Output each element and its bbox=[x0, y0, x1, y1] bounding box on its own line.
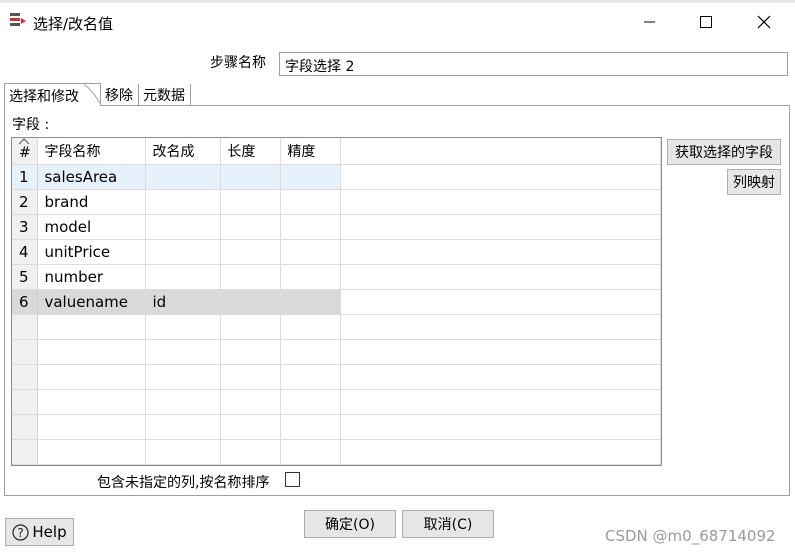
table-row[interactable]: 6 valuename id bbox=[12, 289, 661, 315]
row-number: 1 bbox=[12, 164, 39, 190]
tab-select-and-alter-label: 选择和修改 bbox=[9, 89, 79, 105]
column-header-rename-to[interactable]: 改名成 bbox=[145, 138, 222, 165]
tab-metadata[interactable]: 元数据 bbox=[139, 83, 189, 105]
ok-button[interactable]: 确定(O) bbox=[304, 510, 396, 538]
table-row[interactable]: 1 salesArea bbox=[12, 164, 661, 190]
column-mapping-button[interactable]: 列映射 bbox=[727, 169, 781, 195]
precision-cell[interactable] bbox=[280, 164, 342, 190]
select-values-icon bbox=[10, 13, 26, 26]
rename-cell[interactable]: id bbox=[145, 289, 222, 315]
include-unspecified-checkbox[interactable] bbox=[285, 472, 300, 487]
field-name-cell[interactable]: model bbox=[37, 214, 147, 240]
field-name-cell[interactable]: salesArea bbox=[37, 164, 147, 190]
minimize-button[interactable] bbox=[627, 6, 673, 38]
length-cell[interactable] bbox=[220, 239, 282, 265]
row-number: 5 bbox=[12, 264, 39, 290]
empty-row bbox=[12, 339, 661, 365]
tab-divider bbox=[190, 84, 191, 105]
tab-remove[interactable]: 移除 bbox=[101, 83, 137, 105]
table-row[interactable]: 3 model bbox=[12, 214, 661, 240]
table-header-row: # 字段名称 改名成 长度 精度 bbox=[12, 138, 661, 165]
filler-cell bbox=[340, 189, 661, 215]
precision-cell[interactable] bbox=[280, 214, 342, 240]
help-label: Help bbox=[32, 523, 67, 541]
help-icon: ? bbox=[12, 523, 29, 541]
column-header-length[interactable]: 长度 bbox=[220, 138, 282, 165]
tab-metadata-label: 元数据 bbox=[143, 88, 185, 104]
fields-table[interactable]: # 字段名称 改名成 长度 精度 1 salesArea 2 brand 3 m bbox=[11, 137, 662, 466]
length-cell[interactable] bbox=[220, 264, 282, 290]
step-name-label: 步骤名称 bbox=[210, 55, 266, 71]
precision-cell[interactable] bbox=[280, 239, 342, 265]
step-name-input[interactable]: 字段选择 2 bbox=[279, 52, 788, 76]
row-number: 2 bbox=[12, 189, 39, 215]
length-cell[interactable] bbox=[220, 189, 282, 215]
table-row[interactable]: 4 unitPrice bbox=[12, 239, 661, 265]
rename-cell[interactable] bbox=[145, 264, 222, 290]
empty-row bbox=[12, 464, 661, 465]
column-header-field-name[interactable]: 字段名称 bbox=[37, 138, 147, 165]
row-number: 6 bbox=[12, 289, 39, 315]
field-name-cell[interactable]: unitPrice bbox=[37, 239, 147, 265]
filler-cell bbox=[340, 214, 661, 240]
title-bar bbox=[0, 3, 795, 43]
length-cell[interactable] bbox=[220, 214, 282, 240]
precision-cell[interactable] bbox=[280, 289, 342, 315]
precision-cell[interactable] bbox=[280, 264, 342, 290]
watermark: CSDN @m0_68714092 bbox=[605, 527, 776, 545]
help-button[interactable]: ? Help bbox=[5, 518, 74, 546]
filler-cell bbox=[340, 264, 661, 290]
row-number: 3 bbox=[12, 214, 39, 240]
svg-text:?: ? bbox=[18, 525, 24, 539]
precision-cell[interactable] bbox=[280, 189, 342, 215]
field-name-cell[interactable]: valuename bbox=[37, 289, 147, 315]
field-name-cell[interactable]: brand bbox=[37, 189, 147, 215]
field-name-cell[interactable]: number bbox=[37, 264, 147, 290]
empty-row bbox=[12, 414, 661, 440]
rename-cell[interactable] bbox=[145, 239, 222, 265]
tab-corner-decoration bbox=[84, 84, 102, 106]
empty-row bbox=[12, 314, 661, 340]
rename-cell[interactable] bbox=[145, 214, 222, 240]
empty-row bbox=[12, 364, 661, 390]
table-row[interactable]: 5 number bbox=[12, 264, 661, 290]
filler-cell bbox=[340, 164, 661, 190]
maximize-button[interactable] bbox=[683, 6, 729, 38]
filler-cell bbox=[340, 289, 661, 315]
maximize-icon bbox=[700, 16, 712, 28]
rename-cell[interactable] bbox=[145, 164, 222, 190]
tab-remove-label: 移除 bbox=[105, 88, 133, 104]
window-title: 选择/改名值 bbox=[33, 15, 114, 33]
column-header-precision[interactable]: 精度 bbox=[280, 138, 342, 165]
minimize-icon bbox=[644, 21, 655, 23]
fields-label: 字段 : bbox=[12, 117, 50, 133]
row-number: 4 bbox=[12, 239, 39, 265]
empty-row bbox=[12, 389, 661, 415]
close-icon bbox=[757, 15, 771, 29]
close-button[interactable] bbox=[741, 6, 787, 38]
rename-cell[interactable] bbox=[145, 189, 222, 215]
cancel-button[interactable]: 取消(C) bbox=[402, 510, 494, 538]
table-row[interactable]: 2 brand bbox=[12, 189, 661, 215]
length-cell[interactable] bbox=[220, 164, 282, 190]
empty-row bbox=[12, 439, 661, 465]
column-header-filler bbox=[340, 138, 661, 165]
sort-caret-icon bbox=[18, 138, 30, 145]
fields-grid: # 字段名称 改名成 长度 精度 1 salesArea 2 brand 3 m bbox=[12, 138, 661, 465]
get-fields-button[interactable]: 获取选择的字段 bbox=[667, 139, 781, 165]
include-unspecified-label: 包含未指定的列,按名称排序 bbox=[97, 475, 270, 491]
filler-cell bbox=[340, 239, 661, 265]
length-cell[interactable] bbox=[220, 289, 282, 315]
